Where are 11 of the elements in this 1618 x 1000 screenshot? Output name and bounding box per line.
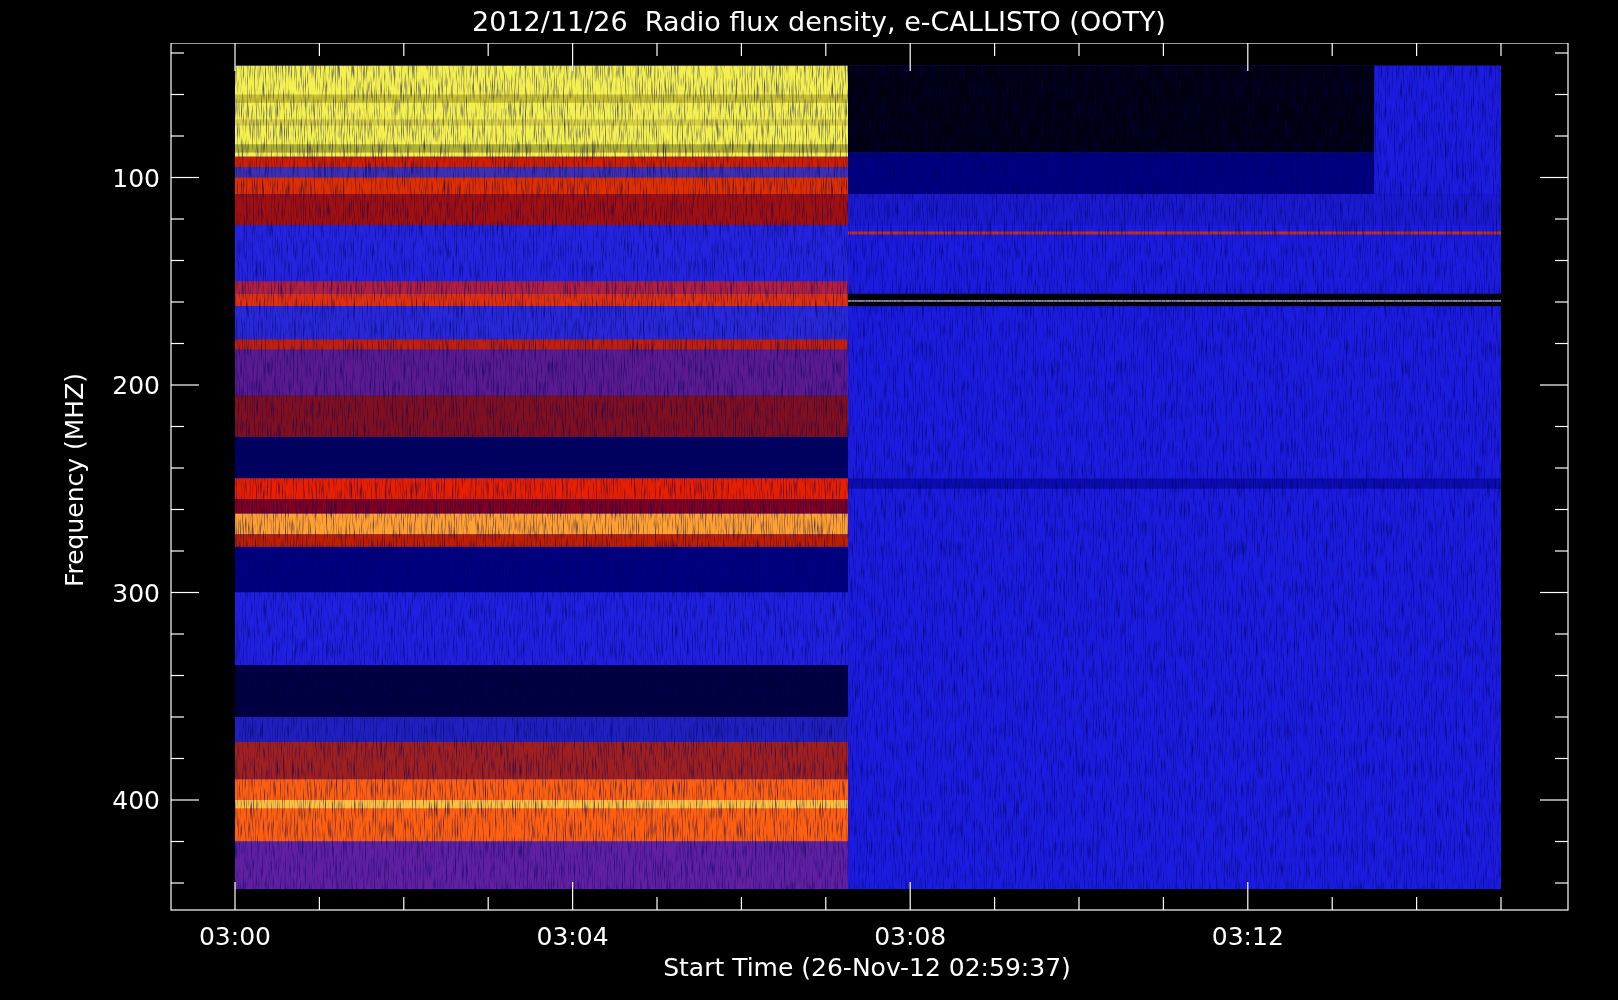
tick-label: 200 — [112, 371, 160, 400]
tick-label: 03:04 — [536, 922, 609, 951]
tick-label: 100 — [112, 163, 160, 193]
tick-label: 300 — [112, 578, 160, 608]
tick-label: 03:08 — [874, 922, 947, 951]
tick-label: 03:00 — [199, 922, 271, 951]
tick-label: 03:12 — [1211, 922, 1284, 951]
chart-title: 2012/11/26 Radio flux density, e-CALLISTO (OOTY) — [471, 6, 1166, 37]
axis-label: Start Time (26-Nov-12 02:59:37) — [663, 953, 1071, 982]
axis-label: Frequency (MHZ) — [60, 372, 89, 588]
tick-label: 400 — [112, 786, 160, 815]
